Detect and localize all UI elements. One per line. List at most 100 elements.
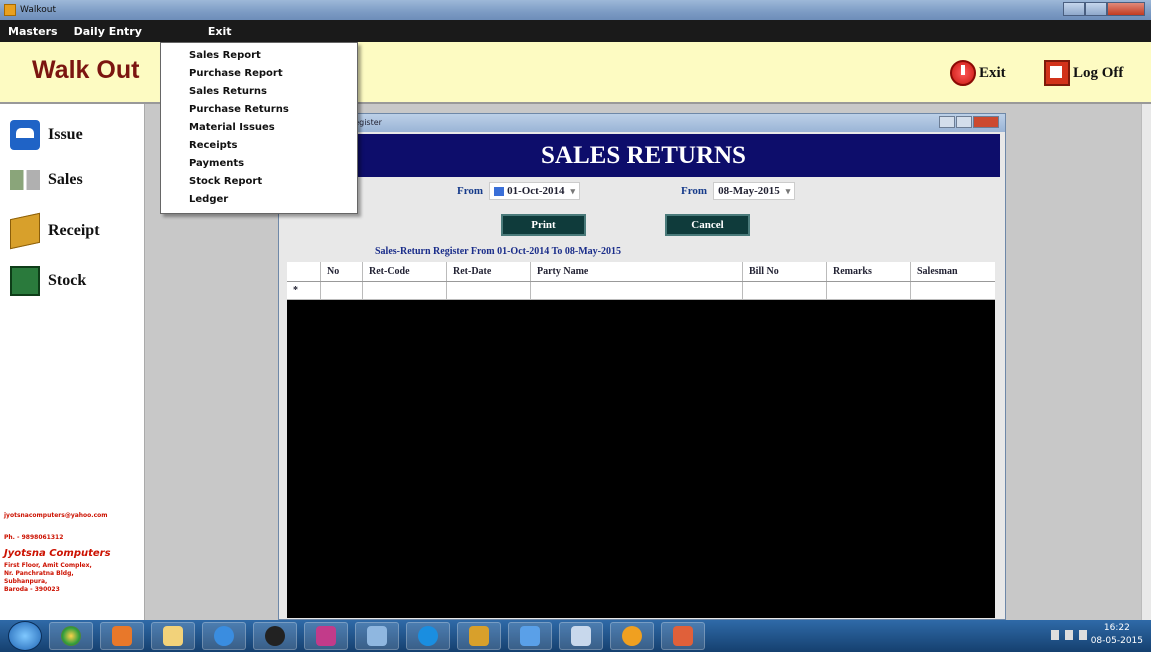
menu-item-ledger[interactable]: Ledger <box>189 191 357 209</box>
grid-cell[interactable] <box>321 282 363 299</box>
menu-masters[interactable]: Masters <box>0 25 66 38</box>
maximize-button[interactable] <box>1085 2 1107 16</box>
menu-item-purchase-report[interactable]: Purchase Report <box>189 65 357 83</box>
grid-cell[interactable] <box>743 282 827 299</box>
clock[interactable]: 16:22 08-05-2015 <box>1091 622 1143 648</box>
sidebar-item-label: Receipt <box>48 222 100 239</box>
exit-label: Exit <box>979 64 1006 81</box>
to-date-picker[interactable]: 08-May-2015 ▾ <box>713 182 796 200</box>
logoff-label: Log Off <box>1073 64 1124 81</box>
dropdown-arrow-icon[interactable]: ▾ <box>571 186 576 197</box>
reports-dropdown-menu: Sales Report Purchase Report Sales Retur… <box>160 42 358 214</box>
to-date-field[interactable]: From 08-May-2015 ▾ <box>681 182 796 200</box>
minimize-button[interactable] <box>1063 2 1085 16</box>
cancel-button[interactable]: Cancel <box>665 214 750 236</box>
stock-icon <box>10 266 40 296</box>
taskbar-explorer[interactable] <box>151 622 195 650</box>
grid-cell[interactable] <box>531 282 743 299</box>
sidebar-item-label: Issue <box>48 126 83 143</box>
logoff-button[interactable]: Log Off <box>1044 60 1123 86</box>
taskbar-app-3[interactable] <box>355 622 399 650</box>
column-header-salesman[interactable]: Salesman <box>911 262 995 281</box>
taskbar-app-5[interactable] <box>559 622 603 650</box>
returns-grid[interactable]: No Ret-Code Ret-Date Party Name Bill No … <box>287 262 995 618</box>
column-header-no[interactable]: No <box>321 262 363 281</box>
sidebar-item-sales[interactable]: Sales <box>10 170 83 190</box>
wifi-icon <box>520 626 540 646</box>
grid-cell[interactable] <box>363 282 447 299</box>
app-icon <box>469 626 489 646</box>
menu-bar: Masters Daily Entry Exit <box>0 20 1151 42</box>
skype-icon <box>418 626 438 646</box>
taskbar-skype[interactable] <box>406 622 450 650</box>
taskbar-ie[interactable] <box>202 622 246 650</box>
report-window-controls <box>938 116 999 128</box>
taskbar-walkout[interactable] <box>610 622 654 650</box>
column-header-party-name[interactable]: Party Name <box>531 262 743 281</box>
table-row[interactable]: * <box>287 282 995 300</box>
clock-time: 16:22 <box>1103 623 1130 633</box>
sidebar-item-receipt[interactable]: Receipt <box>10 212 100 250</box>
menu-item-stock-report[interactable]: Stock Report <box>189 173 357 191</box>
menu-item-sales-report[interactable]: Sales Report <box>189 47 357 65</box>
column-header-ret-code[interactable]: Ret-Code <box>363 262 447 281</box>
exit-button[interactable]: Exit <box>950 60 1006 86</box>
grid-cell[interactable] <box>447 282 531 299</box>
column-header-remarks[interactable]: Remarks <box>827 262 911 281</box>
calendar-icon <box>494 186 505 196</box>
grid-cell[interactable] <box>827 282 911 299</box>
close-button[interactable] <box>1107 2 1145 16</box>
sidebar: Issue Sales Receipt Stock jyotsnacompute… <box>0 104 145 620</box>
chrome-icon <box>61 626 81 646</box>
app-icon <box>4 4 16 16</box>
print-button[interactable]: Print <box>501 214 586 236</box>
sidebar-item-stock[interactable]: Stock <box>10 266 86 296</box>
column-header-ret-date[interactable]: Ret-Date <box>447 262 531 281</box>
ie-icon <box>214 626 234 646</box>
report-subtitle: Sales-Return Register From 01-Oct-2014 T… <box>375 246 621 257</box>
report-close-button[interactable] <box>973 116 999 128</box>
tray-flag-icon[interactable] <box>1079 630 1087 640</box>
menu-daily-entry[interactable]: Daily Entry <box>66 25 150 38</box>
menu-item-material-issues[interactable]: Material Issues <box>189 119 357 137</box>
contact-company: Jyotsna Computers <box>4 548 111 559</box>
to-date-label: From <box>681 185 708 197</box>
to-date-value: 08-May-2015 <box>718 185 780 197</box>
sidebar-item-issue[interactable]: Issue <box>10 120 83 150</box>
tray-arrow-icon[interactable] <box>1051 630 1059 640</box>
dropdown-arrow-icon[interactable]: ▾ <box>786 186 791 197</box>
taskbar-network[interactable] <box>508 622 552 650</box>
from-date-field[interactable]: From 01-Oct-2014 ▾ <box>457 182 581 200</box>
grid-header-row: No Ret-Code Ret-Date Party Name Bill No … <box>287 262 995 282</box>
window-title: Walkout <box>20 5 56 15</box>
vertical-scrollbar[interactable] <box>1141 104 1151 620</box>
taskbar-app-1[interactable] <box>253 622 297 650</box>
column-header-bill-no[interactable]: Bill No <box>743 262 827 281</box>
power-icon <box>950 60 976 86</box>
contact-address-line: Baroda - 390023 <box>4 586 60 593</box>
start-button[interactable] <box>8 621 42 651</box>
report-banner: SALES RETURNS <box>287 134 1000 177</box>
from-date-label: From <box>457 185 484 197</box>
tray-network-icon[interactable] <box>1065 630 1073 640</box>
menu-item-sales-returns[interactable]: Sales Returns <box>189 83 357 101</box>
menu-exit[interactable]: Exit <box>200 25 240 38</box>
menu-item-payments[interactable]: Payments <box>189 155 357 173</box>
grid-row-selector-header <box>287 262 321 281</box>
contact-email: jyotsnacomputers@yahoo.com <box>4 512 108 519</box>
report-minimize-button[interactable] <box>939 116 955 128</box>
menu-item-receipts[interactable]: Receipts <box>189 137 357 155</box>
grid-cell[interactable] <box>911 282 995 299</box>
sales-returns-window: Register SALES RETURNS From 01-Oct-2014 … <box>278 113 1006 620</box>
walkout-icon <box>622 626 642 646</box>
taskbar-app-4[interactable] <box>457 622 501 650</box>
taskbar-chrome[interactable] <box>49 622 93 650</box>
taskbar-media[interactable] <box>100 622 144 650</box>
from-date-picker[interactable]: 01-Oct-2014 ▾ <box>489 182 581 200</box>
contact-phone: Ph. - 9898061312 <box>4 534 64 541</box>
taskbar-app-2[interactable] <box>304 622 348 650</box>
menu-item-purchase-returns[interactable]: Purchase Returns <box>189 101 357 119</box>
taskbar-app-6[interactable] <box>661 622 705 650</box>
report-maximize-button[interactable] <box>956 116 972 128</box>
window-controls <box>1063 2 1145 16</box>
